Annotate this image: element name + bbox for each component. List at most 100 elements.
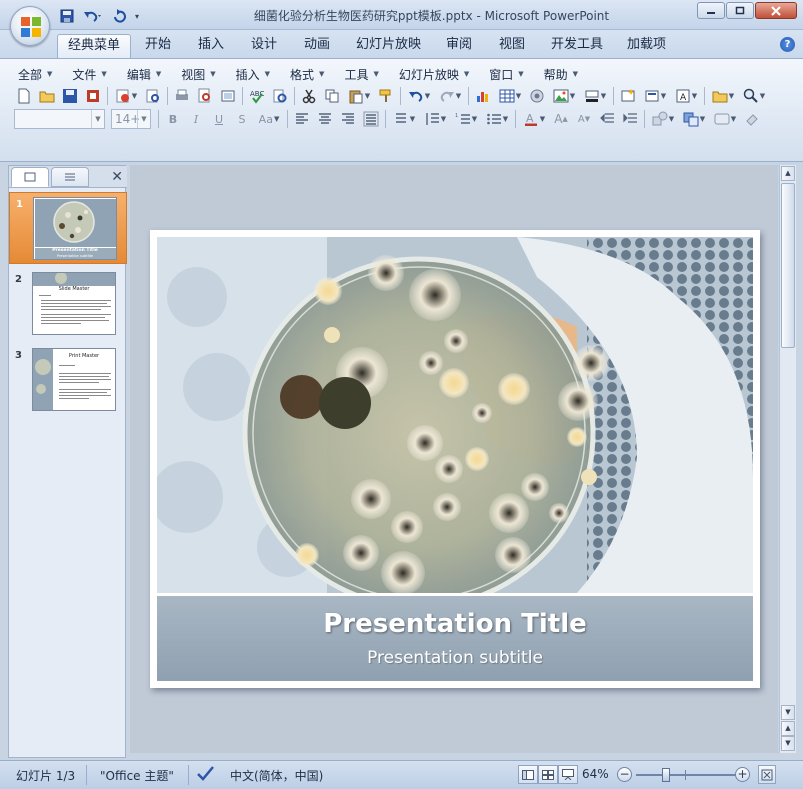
- close-panel-icon[interactable]: ✕: [111, 169, 123, 185]
- tab-slideshow[interactable]: 幻灯片放映: [346, 34, 431, 58]
- align-center-icon[interactable]: [315, 109, 335, 129]
- change-case-icon[interactable]: Aa ▼: [255, 109, 283, 129]
- copy-icon[interactable]: [322, 86, 342, 106]
- paste-icon[interactable]: ▼: [345, 86, 373, 106]
- close-button[interactable]: [755, 2, 797, 19]
- zoom-level[interactable]: 64%: [582, 767, 609, 781]
- increase-indent-icon[interactable]: [620, 109, 640, 129]
- open-folder-menu-icon[interactable]: ▼: [709, 86, 737, 106]
- menu-slideshow[interactable]: 幻灯片放映 ▼: [389, 65, 479, 83]
- email-icon[interactable]: ▼: [112, 86, 140, 106]
- bullets-icon[interactable]: ▼: [483, 109, 511, 129]
- italic-icon[interactable]: I: [186, 109, 206, 129]
- print-preview-magnifier-icon[interactable]: [195, 86, 215, 106]
- minimize-button[interactable]: [697, 2, 725, 19]
- slide-sorter-view-icon[interactable]: [538, 765, 558, 784]
- tab-review[interactable]: 审阅: [436, 34, 482, 58]
- tab-classic-menu[interactable]: 经典菜单: [57, 34, 132, 58]
- grow-font-icon[interactable]: A ▲: [551, 109, 571, 129]
- shape-fill-icon[interactable]: [742, 109, 762, 129]
- format-painter-icon[interactable]: [376, 86, 396, 106]
- zoom-slider-thumb[interactable]: [662, 768, 670, 782]
- text-box-icon[interactable]: A ▼: [672, 86, 700, 106]
- slide-thumbnail-3[interactable]: 3 Print Master: [9, 344, 127, 416]
- maximize-button[interactable]: [726, 2, 754, 19]
- new-slide-icon[interactable]: [618, 86, 638, 106]
- insert-chart-icon[interactable]: [473, 86, 493, 106]
- undo-icon[interactable]: ▼: [405, 86, 433, 106]
- save-icon[interactable]: [60, 86, 80, 106]
- next-slide-icon[interactable]: ▼: [781, 736, 795, 751]
- new-document-icon[interactable]: [14, 86, 34, 106]
- find-icon[interactable]: ▼: [740, 86, 768, 106]
- align-right-icon[interactable]: [338, 109, 358, 129]
- scroll-down-arrow-icon[interactable]: ▼: [781, 705, 795, 720]
- text-direction-icon[interactable]: ▼: [390, 109, 418, 129]
- menu-file[interactable]: 文件 ▼: [62, 65, 116, 83]
- slide-thumbnail-2[interactable]: 2 Slide Master: [9, 268, 127, 340]
- slide-show-view-icon[interactable]: [558, 765, 578, 784]
- normal-view-icon[interactable]: [518, 765, 538, 784]
- slide-layout-icon[interactable]: ▼: [641, 86, 669, 106]
- menu-format[interactable]: 格式 ▼: [280, 65, 334, 83]
- quick-styles-icon[interactable]: ▼: [711, 109, 739, 129]
- tab-outline[interactable]: [51, 167, 89, 187]
- fill-color-icon[interactable]: ▼: [581, 86, 609, 106]
- bold-icon[interactable]: B: [163, 109, 183, 129]
- tab-design[interactable]: 设计: [241, 34, 287, 58]
- menu-help[interactable]: 帮助 ▼: [534, 65, 588, 83]
- zoom-out-icon[interactable]: −: [617, 767, 632, 782]
- menu-tools[interactable]: 工具 ▼: [334, 65, 388, 83]
- justify-icon[interactable]: [361, 109, 381, 129]
- scroll-up-arrow-icon[interactable]: ▲: [781, 166, 795, 181]
- align-left-icon[interactable]: [292, 109, 312, 129]
- shrink-font-icon[interactable]: A ▼: [574, 109, 594, 129]
- menu-all[interactable]: 全部 ▼: [8, 65, 62, 83]
- fit-to-window-icon[interactable]: [758, 765, 776, 784]
- vertical-scrollbar[interactable]: ▲ ▼ ▲ ▼: [779, 165, 796, 753]
- print-icon[interactable]: [172, 86, 192, 106]
- research-icon[interactable]: [270, 86, 290, 106]
- menu-view[interactable]: 视图 ▼: [171, 65, 225, 83]
- numbering-icon[interactable]: 1 ▼: [452, 109, 480, 129]
- underline-icon[interactable]: U: [209, 109, 229, 129]
- text-shadow-icon[interactable]: S: [232, 109, 252, 129]
- insert-picture-icon[interactable]: ▼: [550, 86, 578, 106]
- open-folder-icon[interactable]: [37, 86, 57, 106]
- font-name-combo[interactable]: ▼: [14, 109, 105, 129]
- font-size-combo[interactable]: 14+ ▼: [111, 109, 151, 129]
- tab-developer[interactable]: 开发工具: [541, 34, 613, 58]
- zoom-in-icon[interactable]: +: [735, 767, 750, 782]
- arrange-icon[interactable]: ▼: [680, 109, 708, 129]
- tab-animations[interactable]: 动画: [294, 34, 340, 58]
- decrease-indent-icon[interactable]: [597, 109, 617, 129]
- menu-edit[interactable]: 编辑 ▼: [117, 65, 171, 83]
- cut-icon[interactable]: [299, 86, 319, 106]
- menu-insert[interactable]: 插入 ▼: [226, 65, 280, 83]
- print-preview-icon[interactable]: [143, 86, 163, 106]
- office-button[interactable]: [10, 6, 50, 46]
- slide-canvas[interactable]: Presentation Title Presentation subtitle: [150, 230, 760, 688]
- slide-sorter-icon[interactable]: [218, 86, 238, 106]
- previous-slide-icon[interactable]: ▲: [781, 721, 795, 736]
- font-color-icon[interactable]: A ▼: [520, 109, 548, 129]
- slide-subtitle[interactable]: Presentation subtitle: [157, 648, 753, 668]
- zoom-slider-track[interactable]: [636, 774, 736, 776]
- line-spacing-icon[interactable]: ▼: [421, 109, 449, 129]
- tab-home[interactable]: 开始: [135, 34, 181, 58]
- redo-icon[interactable]: ▼: [436, 86, 464, 106]
- language-indicator[interactable]: 中文(简体，中国): [230, 767, 323, 784]
- insert-table-icon[interactable]: ▼: [496, 86, 524, 106]
- permission-icon[interactable]: [83, 86, 103, 106]
- help-icon[interactable]: ?: [780, 37, 795, 52]
- tab-slides[interactable]: [11, 167, 49, 187]
- tab-view[interactable]: 视图: [489, 34, 535, 58]
- slide-title[interactable]: Presentation Title: [157, 609, 753, 639]
- spelling-icon[interactable]: ABC: [247, 86, 267, 106]
- spelling-check-icon[interactable]: [196, 764, 216, 785]
- insert-clip-art-icon[interactable]: [527, 86, 547, 106]
- scrollbar-thumb[interactable]: [781, 183, 795, 348]
- tab-insert[interactable]: 插入: [188, 34, 234, 58]
- shapes-icon[interactable]: ▼: [649, 109, 677, 129]
- menu-window[interactable]: 窗口 ▼: [479, 65, 533, 83]
